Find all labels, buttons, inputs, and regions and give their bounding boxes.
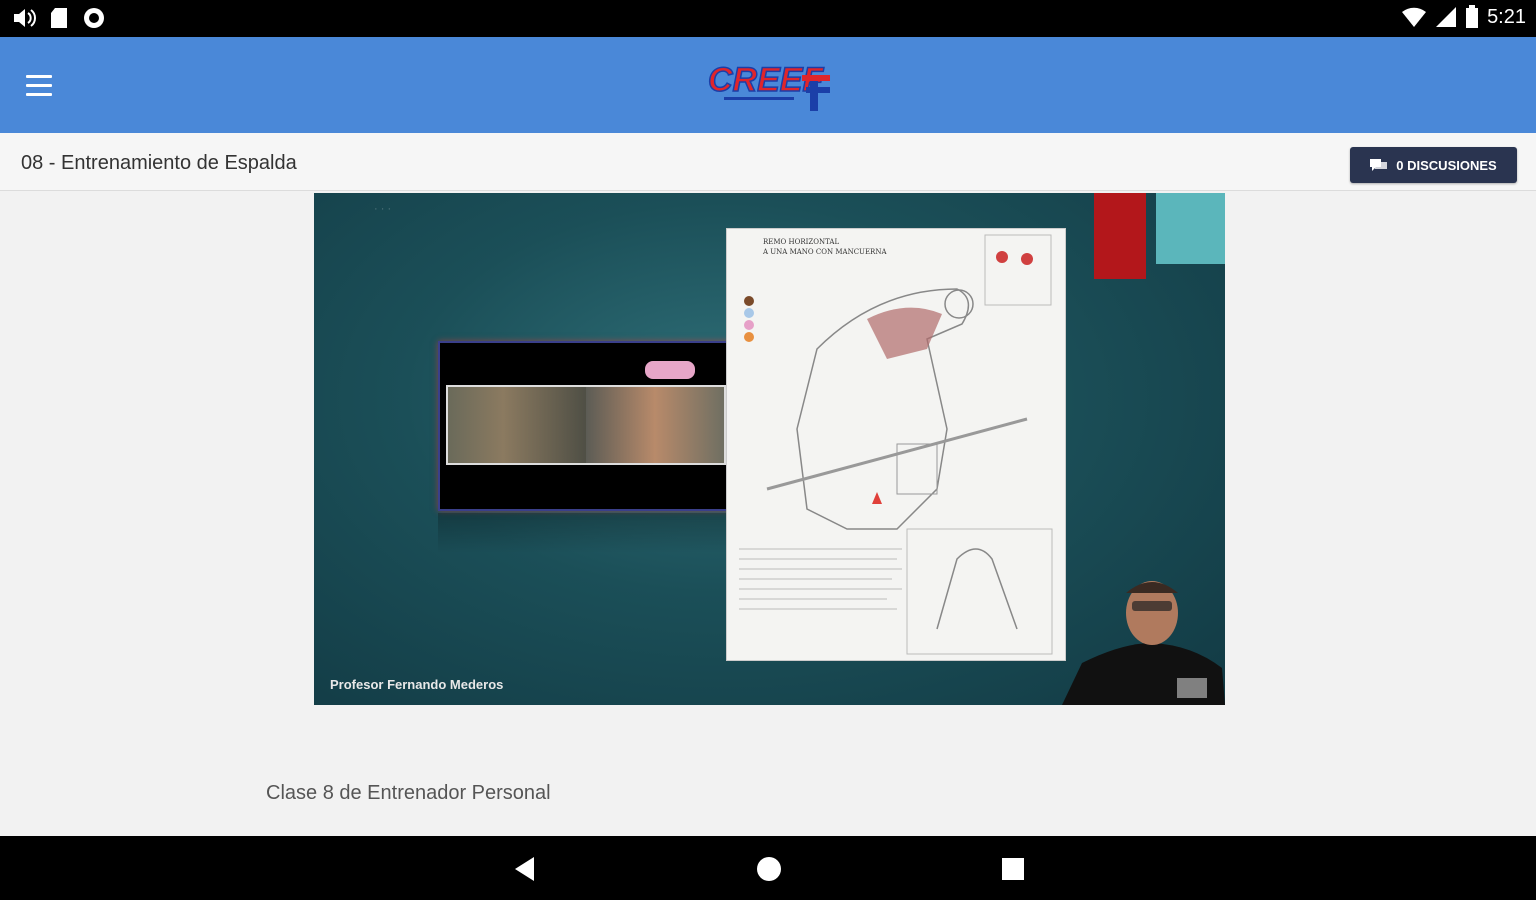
watermark: · · · — [374, 203, 392, 215]
discussions-label: 0 DISCUSIONES — [1396, 157, 1497, 173]
embedded-video-frame — [438, 341, 732, 511]
video-player[interactable]: · · · REMO HORIZONTAL A UNA MANO CON MAN… — [314, 193, 1225, 705]
volume-icon — [14, 9, 36, 27]
discussions-button[interactable]: 0 DISCUSIONES — [1350, 147, 1517, 183]
anatomy-illustration — [739, 234, 1053, 655]
app-bar: CREEF — [0, 37, 1536, 133]
lesson-description: Clase 8 de Entrenador Personal — [266, 782, 551, 804]
status-right-icons: 5:21 — [1401, 5, 1526, 29]
exercise-photos — [446, 385, 726, 465]
creef-logo[interactable]: CREEF — [706, 55, 836, 117]
red-accent-block — [1094, 193, 1146, 279]
lesson-header: 08 - Entrenamiento de Espalda 0 DISCUSIO… — [0, 133, 1536, 191]
status-left-icons — [12, 6, 106, 30]
chat-icon — [1370, 159, 1388, 171]
inset-badge — [645, 361, 695, 379]
sync-icon — [84, 8, 104, 28]
recents-icon[interactable] — [998, 854, 1028, 884]
wifi-icon — [1402, 7, 1427, 28]
battery-icon — [1466, 5, 1479, 28]
system-nav-bar — [0, 836, 1536, 900]
sd-card-icon — [51, 8, 67, 28]
teal-accent-block — [1156, 193, 1225, 264]
status-bar: 5:21 — [0, 0, 1536, 37]
back-icon[interactable] — [510, 854, 540, 884]
presenter-video — [1062, 581, 1225, 705]
page-title: 08 - Entrenamiento de Espalda — [21, 152, 297, 174]
anatomy-sheet: REMO HORIZONTAL A UNA MANO CON MANCUERNA — [726, 228, 1066, 661]
video-caption: Profesor Fernando Mederos — [330, 677, 504, 692]
menu-icon[interactable] — [26, 75, 54, 97]
home-icon[interactable] — [754, 854, 784, 884]
inset-reflection — [438, 513, 732, 553]
clock: 5:21 — [1487, 5, 1526, 28]
signal-icon — [1436, 7, 1457, 27]
